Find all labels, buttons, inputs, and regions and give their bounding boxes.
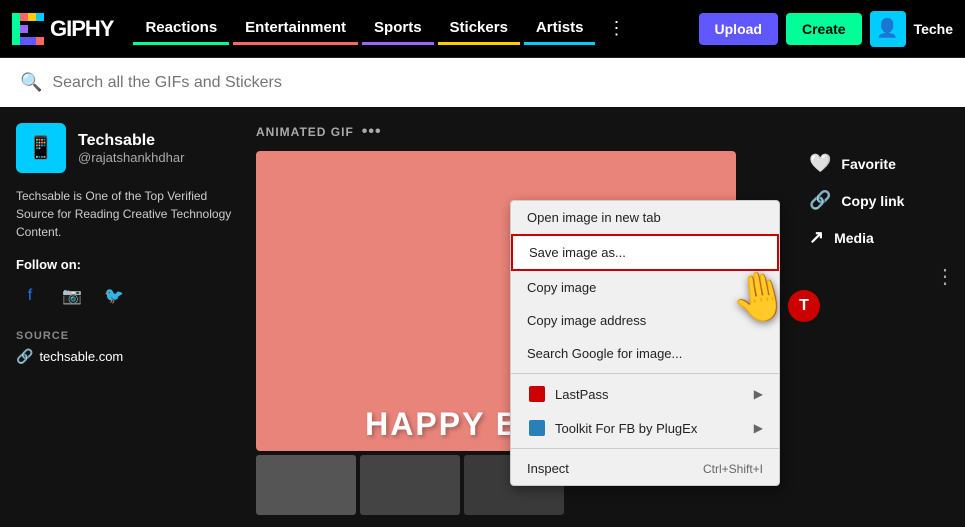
media-label: Media	[834, 230, 874, 246]
profile-name: Techsable	[78, 132, 184, 150]
context-lastpass-left: LastPass	[527, 386, 608, 402]
nav-sports[interactable]: Sports	[362, 13, 434, 45]
search-bar: 🔍	[0, 58, 965, 107]
share-icon: ↗	[809, 227, 824, 248]
profile-section: 📱 Techsable @rajatshankhdhar	[16, 123, 236, 173]
nav-reactions[interactable]: Reactions	[133, 13, 229, 45]
source-url: techsable.com	[39, 349, 123, 364]
twitter-icon[interactable]: 🐦	[100, 282, 128, 310]
plugex-icon	[527, 420, 547, 436]
gif-label-text: ANIMATED GIF	[256, 125, 354, 139]
gif-label: ANIMATED GIF •••	[256, 123, 789, 141]
social-icons: f 📷 🐦	[16, 282, 236, 310]
nav-entertainment[interactable]: Entertainment	[233, 13, 358, 45]
nav-actions: Upload Create 👤 Teche	[699, 11, 953, 47]
search-icon: 🔍	[20, 72, 42, 93]
context-lastpass-label: LastPass	[555, 387, 608, 402]
context-search-google-label: Search Google for image...	[527, 346, 682, 361]
source-link[interactable]: 🔗 techsable.com	[16, 348, 236, 365]
gif-thumb-1[interactable]	[256, 455, 356, 515]
source-label: SOURCE	[16, 330, 236, 342]
header: GIPHY Reactions Entertainment Sports Sti…	[0, 0, 965, 58]
sidebar: 📱 Techsable @rajatshankhdhar Techsable i…	[16, 123, 236, 524]
context-copy-image[interactable]: Copy image	[511, 271, 779, 304]
cursor-badge: T	[788, 290, 820, 322]
search-input[interactable]	[52, 74, 945, 92]
avatar: 📱	[16, 123, 66, 173]
favorite-button[interactable]: 🤍 Favorite	[809, 153, 949, 174]
logo-text: GIPHY	[50, 16, 113, 42]
context-inspect[interactable]: Inspect Ctrl+Shift+I	[511, 452, 779, 485]
source-link-icon: 🔗	[16, 348, 33, 365]
create-button[interactable]: Create	[786, 13, 862, 45]
context-toolkit-left: Toolkit For FB by PlugEx	[527, 420, 697, 436]
main-content: 📱 Techsable @rajatshankhdhar Techsable i…	[0, 107, 965, 524]
context-toolkit-label: Toolkit For FB by PlugEx	[555, 421, 697, 436]
context-copy-image-address[interactable]: Copy image address	[511, 304, 779, 337]
gif-options-icon[interactable]: •••	[362, 123, 382, 141]
profile-handle: @rajatshankhdhar	[78, 150, 184, 165]
logo[interactable]: GIPHY	[12, 13, 113, 45]
link-icon: 🔗	[809, 190, 831, 211]
heart-icon: 🤍	[809, 153, 831, 174]
context-divider-2	[511, 448, 779, 449]
follow-label: Follow on:	[16, 257, 236, 272]
context-toolkit-arrow: ▶	[754, 421, 763, 435]
copy-link-label: Copy link	[841, 193, 904, 209]
context-inspect-label: Inspect	[527, 461, 569, 476]
main-nav: Reactions Entertainment Sports Stickers …	[133, 12, 698, 45]
context-toolkit-fb[interactable]: Toolkit For FB by PlugEx ▶	[511, 411, 779, 445]
context-menu: Open image in new tab Save image as... C…	[510, 200, 780, 486]
gif-thumb-2[interactable]	[360, 455, 460, 515]
context-lastpass[interactable]: LastPass ▶	[511, 377, 779, 411]
avatar-icon: 👤	[876, 18, 898, 39]
favorite-label: Favorite	[841, 156, 895, 172]
profile-info: Techsable @rajatshankhdhar	[78, 132, 184, 165]
plugex-brand-icon	[529, 420, 545, 436]
nav-stickers[interactable]: Stickers	[438, 13, 520, 45]
more-actions-button[interactable]: ⋮	[935, 264, 955, 289]
facebook-icon[interactable]: f	[16, 282, 44, 310]
context-inspect-shortcut: Ctrl+Shift+I	[703, 462, 763, 476]
giphy-logo-icon	[12, 13, 44, 45]
context-open-new-tab-label: Open image in new tab	[527, 210, 661, 225]
lastpass-brand-icon	[529, 386, 545, 402]
action-panel: 🤍 Favorite 🔗 Copy link ↗ Media ⋮	[809, 123, 949, 524]
nav-artists[interactable]: Artists	[524, 13, 596, 45]
context-lastpass-arrow: ▶	[754, 387, 763, 401]
avatar-button[interactable]: 👤	[870, 11, 906, 47]
context-save-image[interactable]: Save image as...	[511, 234, 779, 271]
context-open-new-tab[interactable]: Open image in new tab	[511, 201, 779, 234]
nav-more-icon[interactable]: ⋮	[599, 12, 633, 45]
context-search-google[interactable]: Search Google for image...	[511, 337, 779, 370]
profile-description: Techsable is One of the Top Verified Sou…	[16, 187, 236, 241]
context-copy-image-label: Copy image	[527, 280, 596, 295]
instagram-icon[interactable]: 📷	[58, 282, 86, 310]
upload-button[interactable]: Upload	[699, 13, 778, 45]
copy-link-button[interactable]: 🔗 Copy link	[809, 190, 949, 211]
context-save-image-label: Save image as...	[529, 245, 626, 260]
lastpass-icon	[527, 386, 547, 402]
avatar-emoji: 📱	[27, 135, 54, 161]
context-copy-image-address-label: Copy image address	[527, 313, 646, 328]
nav-username: Teche	[914, 21, 953, 37]
media-button[interactable]: ↗ Media	[809, 227, 949, 248]
context-divider-1	[511, 373, 779, 374]
